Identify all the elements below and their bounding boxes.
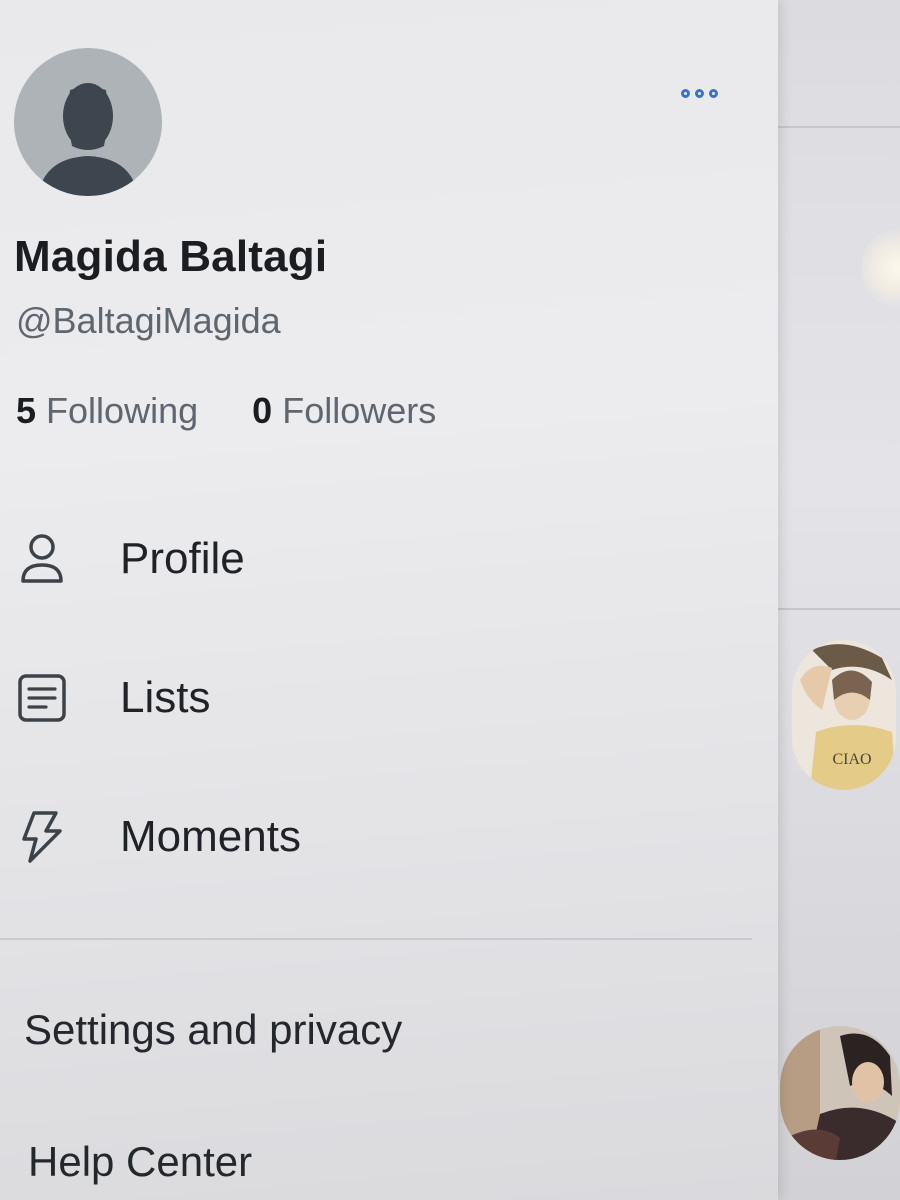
settings-and-privacy-link[interactable]: Settings and privacy: [24, 1006, 402, 1054]
person-icon: [14, 531, 70, 587]
navigation-drawer: Magida Baltagi @BaltagiMagida 5 Followin…: [0, 0, 778, 1200]
menu-item-label: Profile: [120, 534, 245, 583]
username-handle: @BaltagiMagida: [16, 300, 281, 341]
help-center-link[interactable]: Help Center: [28, 1138, 252, 1186]
shirt-text: CIAO: [832, 751, 871, 768]
menu-item-moments[interactable]: Moments: [0, 792, 760, 882]
following-count: 5: [16, 390, 37, 431]
followers-count: 0: [252, 390, 273, 431]
more-dot-icon: [708, 88, 718, 98]
following-link[interactable]: 5 Following: [16, 390, 208, 431]
lightning-icon: [14, 809, 70, 865]
more-dot-icon: [680, 88, 690, 98]
profile-avatar[interactable]: [14, 48, 162, 196]
timeline-divider: [778, 126, 900, 128]
timeline-avatar[interactable]: CIAO: [792, 640, 896, 790]
timeline-divider: [778, 608, 900, 610]
more-dot-icon: [694, 88, 704, 98]
menu-item-lists[interactable]: Lists: [0, 653, 760, 743]
menu-item-label: Lists: [120, 673, 211, 722]
section-divider: [0, 938, 752, 940]
timeline-avatar[interactable]: [780, 1026, 900, 1160]
menu-item-label: Moments: [120, 812, 301, 861]
list-icon: [14, 670, 70, 726]
follow-stats: 5 Following 0 Followers: [16, 390, 436, 432]
timeline-background: [778, 0, 900, 1200]
following-label: Following: [46, 390, 199, 431]
default-avatar-icon: [38, 83, 138, 196]
followers-label: Followers: [282, 390, 437, 431]
more-options-button[interactable]: [664, 78, 734, 108]
followers-link[interactable]: 0 Followers: [252, 390, 436, 431]
display-name[interactable]: Magida Baltagi: [14, 232, 327, 282]
screen: CIAO Magida Baltagi @BaltagiMagida 5 Fol…: [0, 0, 900, 1200]
menu-item-profile[interactable]: Profile: [0, 514, 760, 604]
